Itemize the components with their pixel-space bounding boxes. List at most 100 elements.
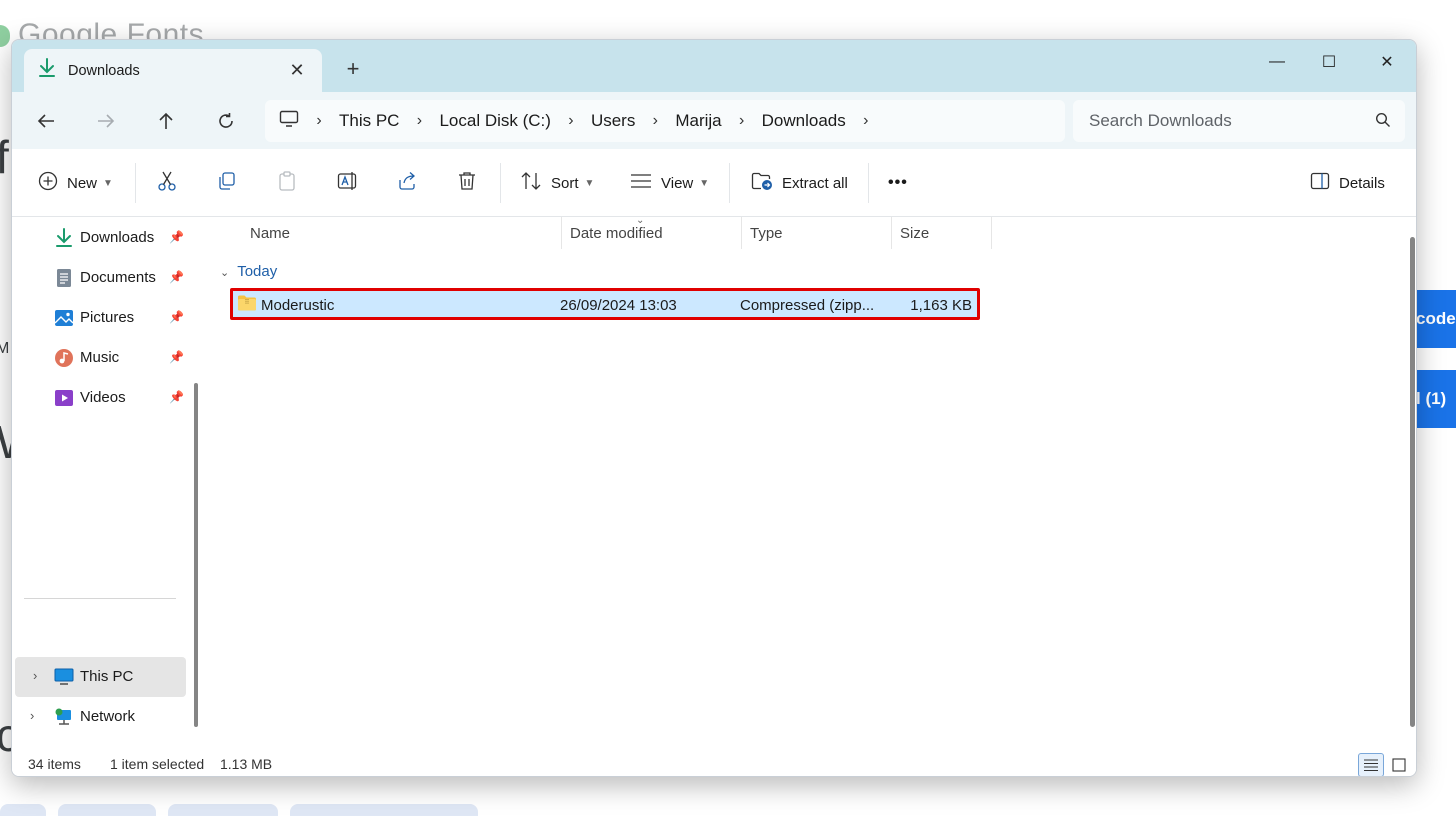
background-button[interactable]: l (1) bbox=[1416, 370, 1456, 428]
column-header-name[interactable]: Name bbox=[242, 217, 562, 249]
chevron-right-icon[interactable]: › bbox=[846, 112, 886, 130]
selection-count: 1 item selected bbox=[110, 756, 205, 772]
new-button[interactable]: New ▼ bbox=[38, 167, 113, 199]
breadcrumb-item[interactable]: Marija bbox=[675, 111, 721, 131]
chevron-down-icon: ⌄ bbox=[220, 267, 230, 279]
view-list-icon bbox=[630, 173, 652, 193]
chevron-right-icon[interactable]: › bbox=[30, 708, 34, 723]
forward-arrow-icon[interactable] bbox=[90, 106, 122, 136]
sidebar-scrollbar[interactable] bbox=[194, 383, 198, 727]
pictures-icon bbox=[54, 308, 74, 328]
file-row-selected[interactable]: Moderustic 26/09/2024 13:03 Compressed (… bbox=[230, 288, 980, 320]
download-icon bbox=[54, 228, 74, 248]
chevron-right-icon[interactable]: › bbox=[635, 112, 675, 130]
details-view-icon[interactable] bbox=[1358, 753, 1384, 776]
zip-folder-icon bbox=[237, 294, 257, 316]
back-arrow-icon[interactable] bbox=[30, 106, 62, 136]
sidebar-item-music[interactable]: Music 📌 bbox=[12, 338, 186, 378]
chevron-right-icon[interactable]: › bbox=[299, 112, 339, 130]
delete-button[interactable] bbox=[457, 167, 477, 199]
background-chip bbox=[0, 804, 46, 816]
maximize-button[interactable]: ☐ bbox=[1300, 44, 1358, 80]
close-window-button[interactable]: ✕ bbox=[1358, 44, 1416, 80]
cut-button[interactable] bbox=[157, 167, 177, 199]
up-arrow-icon[interactable] bbox=[150, 106, 182, 136]
chevron-right-icon[interactable]: › bbox=[551, 112, 591, 130]
navigation-pane: Downloads 📌 Documents 📌 Pictures 📌 Music… bbox=[12, 217, 208, 750]
pin-icon[interactable]: 📌 bbox=[169, 270, 184, 284]
copy-button[interactable] bbox=[217, 167, 237, 199]
sidebar-item-downloads[interactable]: Downloads 📌 bbox=[12, 218, 186, 258]
breadcrumb-item[interactable]: This PC bbox=[339, 111, 399, 131]
tiles-view-icon[interactable] bbox=[1386, 753, 1412, 776]
clipboard-icon bbox=[277, 170, 297, 196]
file-date: 26/09/2024 13:03 bbox=[560, 297, 677, 314]
plus-circle-icon bbox=[38, 171, 58, 195]
sidebar-item-pictures[interactable]: Pictures 📌 bbox=[12, 298, 186, 338]
pin-icon[interactable]: 📌 bbox=[169, 310, 184, 324]
chevron-right-icon[interactable]: › bbox=[722, 112, 762, 130]
column-header-type[interactable]: Type bbox=[742, 217, 892, 249]
videos-icon bbox=[54, 388, 74, 408]
rename-button[interactable] bbox=[337, 167, 359, 199]
column-header-size[interactable]: Size bbox=[892, 217, 992, 249]
sort-descending-icon: ⌄ bbox=[636, 215, 645, 226]
trash-icon bbox=[457, 171, 477, 195]
sidebar-item-network[interactable]: › Network bbox=[12, 697, 186, 737]
pin-icon[interactable]: 📌 bbox=[169, 390, 184, 404]
music-icon bbox=[54, 348, 74, 368]
sort-button[interactable]: Sort ▼ bbox=[520, 167, 594, 199]
more-options-button[interactable]: ••• bbox=[888, 167, 908, 199]
tab-title: Downloads bbox=[68, 62, 140, 79]
close-tab-icon[interactable]: ✕ bbox=[286, 59, 308, 81]
item-count: 34 items bbox=[28, 756, 81, 772]
file-list: Name Date modified ⌄ Type Size ⌄ Today Mo… bbox=[208, 215, 1416, 750]
share-button[interactable] bbox=[397, 167, 417, 199]
toolbar-divider bbox=[729, 163, 730, 203]
toolbar-divider bbox=[500, 163, 501, 203]
minimize-button[interactable]: — bbox=[1248, 44, 1306, 80]
sort-icon bbox=[520, 171, 542, 195]
sidebar-item-documents[interactable]: Documents 📌 bbox=[12, 258, 186, 298]
group-header-today[interactable]: ⌄ Today bbox=[220, 263, 277, 280]
paste-button[interactable] bbox=[277, 167, 297, 199]
sidebar-item-this-pc[interactable]: › This PC bbox=[15, 657, 186, 697]
selection-size: 1.13 MB bbox=[220, 756, 273, 772]
breadcrumb[interactable]: › This PC › Local Disk (C:) › Users › Ma… bbox=[265, 100, 1065, 142]
title-bar: Downloads ✕ + — ☐ ✕ bbox=[12, 40, 1416, 92]
new-tab-button[interactable]: + bbox=[340, 56, 366, 82]
background-button[interactable]: code bbox=[1416, 290, 1456, 348]
breadcrumb-item[interactable]: Local Disk (C:) bbox=[439, 111, 550, 131]
content-scrollbar[interactable] bbox=[1410, 237, 1415, 727]
view-button[interactable]: View ▼ bbox=[630, 167, 709, 199]
chevron-down-icon: ▼ bbox=[699, 177, 710, 189]
search-box[interactable] bbox=[1073, 100, 1405, 142]
divider bbox=[24, 598, 176, 599]
chevron-down-icon: ▼ bbox=[584, 177, 595, 189]
tab-downloads[interactable]: Downloads ✕ bbox=[24, 49, 322, 92]
scissors-icon bbox=[157, 170, 177, 196]
search-input[interactable] bbox=[1089, 110, 1359, 132]
chevron-right-icon[interactable]: › bbox=[399, 112, 439, 130]
extract-folder-icon bbox=[751, 171, 773, 195]
background-text: M bbox=[0, 340, 10, 357]
sidebar-item-videos[interactable]: Videos 📌 bbox=[12, 378, 186, 418]
breadcrumb-item[interactable]: Users bbox=[591, 111, 635, 131]
pin-icon[interactable]: 📌 bbox=[169, 350, 184, 364]
search-icon[interactable] bbox=[1375, 112, 1391, 133]
chevron-right-icon[interactable]: › bbox=[33, 668, 37, 683]
details-pane-icon bbox=[1310, 172, 1330, 194]
status-bar: 34 items 1 item selected 1.13 MB bbox=[12, 750, 1416, 776]
toolbar-divider bbox=[868, 163, 869, 203]
monitor-icon bbox=[279, 110, 299, 133]
pin-icon[interactable]: 📌 bbox=[169, 230, 184, 244]
details-button[interactable]: Details bbox=[1310, 167, 1385, 199]
address-bar: › This PC › Local Disk (C:) › Users › Ma… bbox=[12, 92, 1416, 149]
computer-icon bbox=[54, 667, 74, 687]
background-text: f bbox=[0, 131, 9, 183]
file-name: Moderustic bbox=[261, 297, 335, 314]
column-header-date[interactable]: Date modified bbox=[562, 217, 742, 249]
extract-all-button[interactable]: Extract all bbox=[751, 167, 848, 199]
breadcrumb-item[interactable]: Downloads bbox=[762, 111, 846, 131]
refresh-icon[interactable] bbox=[210, 106, 242, 136]
